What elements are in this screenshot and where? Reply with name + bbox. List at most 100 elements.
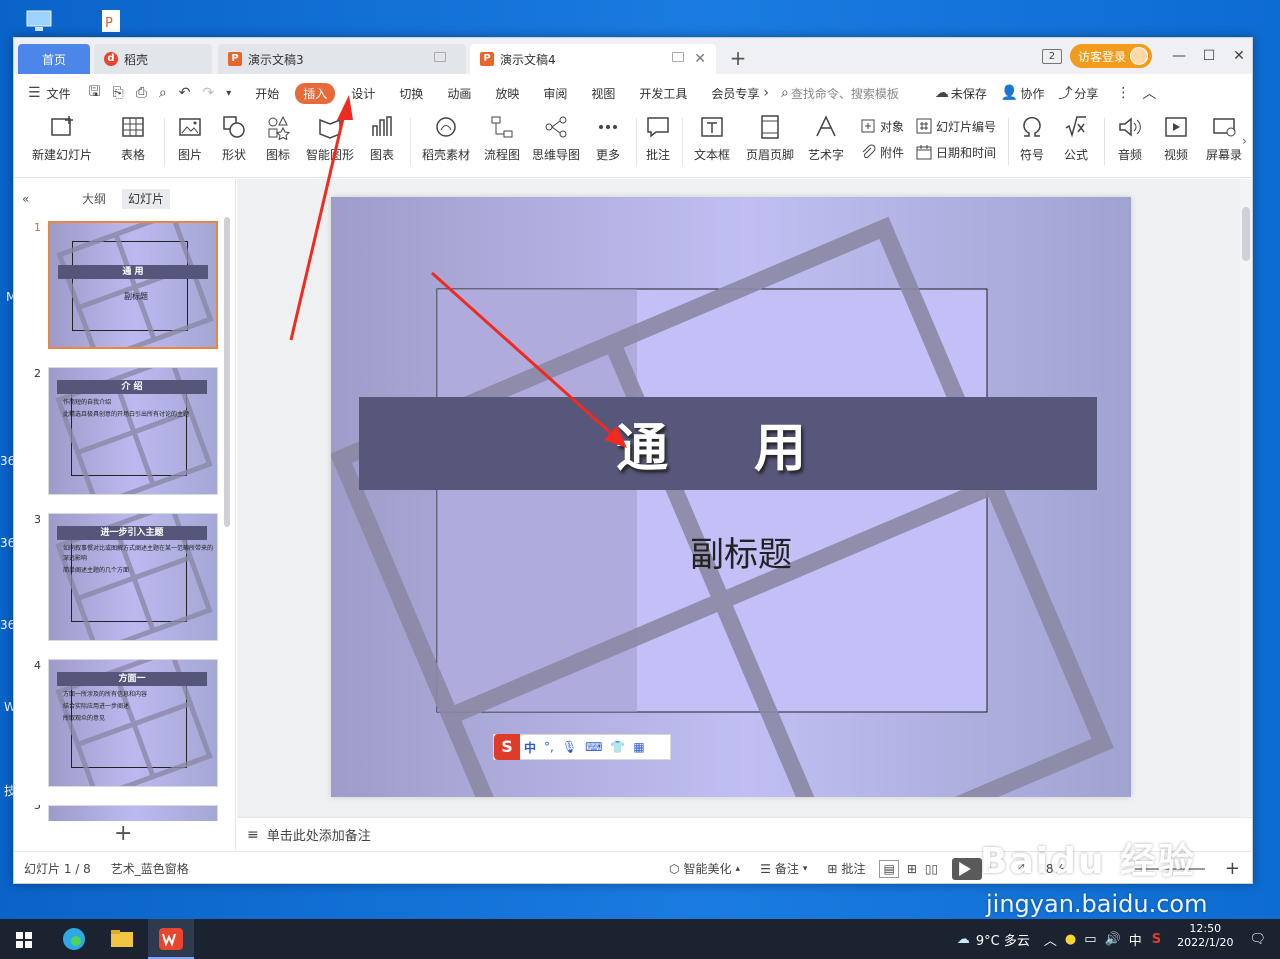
- share-button[interactable]: 分享: [1074, 85, 1110, 102]
- thumbnail-scrollbar[interactable]: [224, 217, 230, 527]
- collab-button[interactable]: 协作: [1020, 85, 1052, 102]
- close-tab-icon[interactable]: ✕: [694, 51, 706, 67]
- hamburger-menu-icon[interactable]: ☰: [28, 85, 41, 101]
- minimize-window-icon[interactable]: —: [1164, 48, 1194, 64]
- menu-view[interactable]: 视图: [579, 85, 627, 102]
- menu-review[interactable]: 审阅: [531, 85, 579, 102]
- print-preview-icon[interactable]: ⌕: [159, 85, 167, 101]
- volume-icon[interactable]: 🔊: [1105, 932, 1121, 947]
- wps-taskbar-button[interactable]: [148, 919, 194, 959]
- mindmap-button[interactable]: 思维导图: [528, 114, 584, 174]
- weather-cloud-icon[interactable]: ☁: [957, 932, 970, 947]
- reading-view-icon[interactable]: ▯▯: [925, 862, 938, 876]
- unsaved-status[interactable]: 未保存: [951, 85, 995, 102]
- ribbon-scroll-right-icon[interactable]: ›: [1242, 134, 1252, 154]
- screen-record-button[interactable]: 屏幕录: [1204, 114, 1244, 174]
- tab-home[interactable]: 首页: [18, 44, 90, 74]
- sogou-logo-icon[interactable]: S: [494, 734, 520, 760]
- close-window-icon[interactable]: ✕: [1224, 48, 1252, 64]
- computer-desktop-icon[interactable]: [26, 10, 52, 32]
- icon-button[interactable]: 图标: [258, 114, 298, 174]
- menu-member[interactable]: 会员专享: [699, 85, 761, 102]
- tab-outline[interactable]: 大纲: [76, 189, 112, 209]
- collab-icon[interactable]: 👤: [1001, 85, 1018, 101]
- object-button[interactable]: 对象: [860, 116, 904, 136]
- toolbox-icon[interactable]: ▦: [633, 740, 644, 754]
- menu-start[interactable]: 开始: [243, 85, 291, 102]
- smart-graphic-button[interactable]: 智能图形: [304, 114, 356, 174]
- tray-expand-icon[interactable]: ︿: [1044, 930, 1057, 949]
- save-icon[interactable]: 🖫: [89, 81, 101, 105]
- chart-button[interactable]: 图表: [362, 114, 402, 174]
- workspace-count-badge[interactable]: 2: [1041, 48, 1062, 64]
- tab-document-4[interactable]: P 演示文稿4 ✕: [470, 44, 716, 74]
- new-slide-button[interactable]: 新建幻灯片: [26, 114, 98, 174]
- clock[interactable]: 12:50 2022/1/20: [1177, 919, 1233, 959]
- microphone-icon[interactable]: 🎙: [562, 740, 577, 754]
- menu-design[interactable]: 设计: [339, 85, 387, 102]
- menu-transition[interactable]: 切换: [387, 85, 435, 102]
- canvas-scrollbar[interactable]: [1240, 179, 1252, 817]
- skin-icon[interactable]: 👕: [610, 740, 625, 754]
- shape-button[interactable]: 形状: [214, 114, 254, 174]
- smart-beautify-button[interactable]: ⬡ 智能美化 ▴: [669, 860, 740, 877]
- input-language-indicator[interactable]: 中: [1129, 930, 1142, 949]
- slide-thumbnail[interactable]: 通 用 副标题: [48, 221, 218, 349]
- datetime-button[interactable]: 日期和时间: [916, 142, 996, 162]
- slide-thumbnail[interactable]: [48, 805, 218, 821]
- network-icon[interactable]: ▭: [1084, 932, 1096, 947]
- visitor-login-button[interactable]: 访客登录: [1069, 44, 1152, 68]
- textbox-button[interactable]: 文本框: [688, 114, 736, 174]
- ime-mode-indicator[interactable]: 中: [524, 739, 536, 756]
- windows-start-icon[interactable]: [10, 925, 38, 953]
- print-icon[interactable]: ⎙: [136, 85, 147, 101]
- image-button[interactable]: 图片: [170, 114, 210, 174]
- chevron-right-icon[interactable]: ›: [763, 85, 769, 101]
- ime-toolbar[interactable]: S 中 °, 🎙 ⌨ 👕 ▦: [493, 734, 671, 760]
- export-pdf-icon[interactable]: ⎘: [113, 85, 124, 101]
- theme-name[interactable]: 艺术_蓝色窗格: [111, 860, 189, 877]
- more-options-icon[interactable]: ⋮: [1116, 85, 1130, 101]
- formula-button[interactable]: 公式: [1056, 114, 1096, 174]
- undo-icon[interactable]: ↶: [179, 85, 191, 101]
- redo-icon[interactable]: ↷: [203, 85, 215, 101]
- weather-status[interactable]: 9°C 多云: [976, 930, 1030, 949]
- slide-thumbnail-row[interactable]: 5: [14, 805, 236, 821]
- table-button[interactable]: 表格: [112, 114, 154, 174]
- slide-title[interactable]: 通 用: [359, 397, 1097, 490]
- comment-toggle-button[interactable]: ⊞ 批注: [827, 860, 865, 877]
- quick-access-dropdown-icon[interactable]: ▾: [226, 88, 231, 99]
- menu-animation[interactable]: 动画: [435, 85, 483, 102]
- sorter-view-icon[interactable]: ⊞: [907, 862, 917, 876]
- sogou-tray-icon[interactable]: S: [1152, 932, 1161, 947]
- slide-number-button[interactable]: 幻灯片编号: [916, 116, 996, 136]
- slide-thumbnail[interactable]: 进一步引入主题 如同叙事惯对比或图解方式阐述主题在某一范畴所带来的深远影响 简单…: [48, 513, 218, 641]
- keyboard-icon[interactable]: ⌨: [585, 740, 602, 754]
- add-slide-button[interactable]: +: [114, 821, 132, 846]
- slide-subtitle[interactable]: 副标题: [631, 527, 851, 576]
- comment-button[interactable]: 批注: [642, 114, 674, 174]
- new-tab-button[interactable]: +: [726, 44, 750, 72]
- collapse-ribbon-icon[interactable]: ︿: [1142, 83, 1156, 103]
- tab-document-3[interactable]: P 演示文稿3: [218, 44, 466, 74]
- notification-center-icon[interactable]: 🗨: [1249, 932, 1266, 947]
- tab-slides[interactable]: 幻灯片: [122, 189, 171, 209]
- flowchart-button[interactable]: 流程图: [480, 114, 524, 174]
- more-button[interactable]: 更多: [588, 114, 628, 174]
- menu-insert[interactable]: 插入: [295, 82, 336, 104]
- canvas-scrollbar-thumb[interactable]: [1242, 207, 1250, 261]
- menu-slideshow[interactable]: 放映: [483, 85, 531, 102]
- daoke-material-button[interactable]: 稻壳素材: [418, 114, 474, 174]
- file-explorer-icon[interactable]: [108, 925, 136, 953]
- attachment-button[interactable]: 附件: [860, 142, 904, 162]
- current-slide[interactable]: 通 用 副标题: [331, 197, 1131, 797]
- wps-doc-desktop-icon[interactable]: P: [98, 10, 124, 32]
- command-search-input[interactable]: 查找命令、搜索模板: [791, 85, 929, 102]
- wordart-button[interactable]: 艺术字: [802, 114, 850, 174]
- edge-browser-icon[interactable]: [60, 925, 88, 953]
- header-footer-button[interactable]: 页眉页脚: [744, 114, 796, 174]
- slide-thumbnail[interactable]: 方面一 方面一所涉及的所有信息和内容 结合实际应用进一步阐述 所取观众的意见: [48, 659, 218, 787]
- search-icon[interactable]: ⌕: [781, 85, 789, 101]
- video-button[interactable]: 视频: [1156, 114, 1196, 174]
- audio-button[interactable]: 音频: [1110, 114, 1150, 174]
